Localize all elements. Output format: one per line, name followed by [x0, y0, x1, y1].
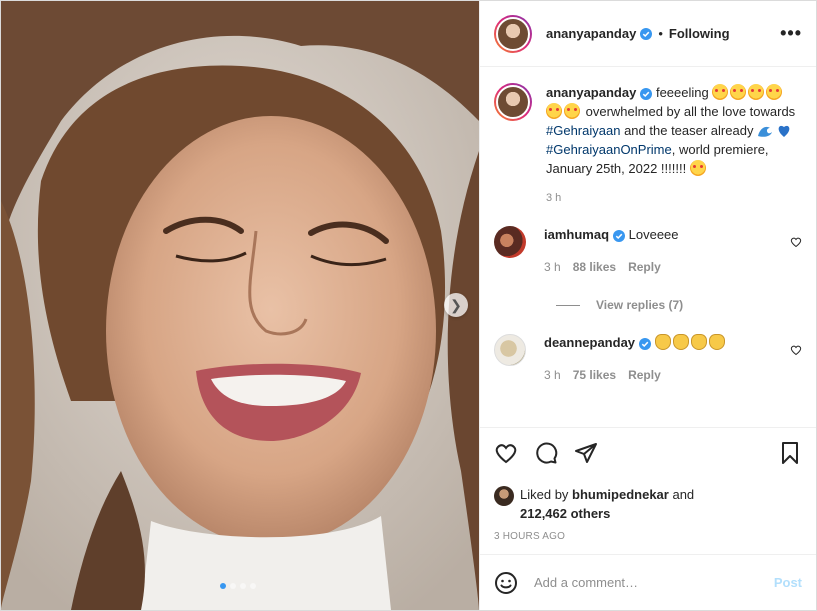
post-timestamp[interactable]: 3 HOURS AGO	[480, 523, 816, 554]
clap-emoji-icon	[690, 334, 707, 350]
post-sidebar: ananyapanday • Following ••• ananyapanda…	[479, 1, 816, 610]
clap-emoji-icon	[654, 334, 671, 350]
hashtag-link[interactable]: #GehraiyaanOnPrime	[546, 142, 672, 157]
liked-by-and: and	[672, 487, 695, 502]
following-button[interactable]: Following	[669, 26, 730, 41]
comment-username[interactable]: deannepanday	[544, 335, 635, 350]
avatar[interactable]	[494, 334, 526, 366]
caption-username[interactable]: ananyapanday	[546, 85, 636, 100]
comment-username[interactable]: iamhumaq	[544, 227, 609, 242]
view-replies-label: View replies (7)	[596, 298, 684, 312]
reply-button[interactable]: Reply	[628, 366, 661, 384]
verified-icon	[639, 337, 652, 350]
action-bar	[480, 427, 816, 477]
verified-icon	[640, 27, 653, 40]
post-header: ananyapanday • Following •••	[480, 1, 816, 67]
bookmark-icon[interactable]	[778, 441, 802, 465]
blue-heart-emoji-icon	[778, 125, 790, 137]
heart-eyes-emoji-icon	[564, 103, 580, 119]
star-struck-emoji-icon	[730, 84, 747, 100]
star-struck-emoji-icon	[748, 84, 765, 100]
comment-text: Loveeee	[628, 227, 679, 242]
avatar[interactable]	[494, 486, 514, 506]
caption-text: ananyapanday feeeeling overwhelmed by al…	[546, 83, 796, 178]
add-comment-bar: Post	[480, 554, 816, 610]
comments-section: ananyapanday feeeeling overwhelmed by al…	[480, 67, 816, 427]
comment-icon[interactable]	[534, 441, 558, 465]
comment-input[interactable]	[534, 575, 774, 590]
post-comment-button[interactable]: Post	[774, 575, 802, 590]
liked-by-others[interactable]: 212,462 others	[520, 506, 610, 521]
liked-by-prefix: Liked by	[520, 487, 569, 502]
avatar[interactable]	[494, 83, 532, 121]
emoji-icon[interactable]	[494, 571, 518, 595]
hashtag-link[interactable]: #Gehraiyaan	[546, 123, 620, 138]
caption-part1: feeeeling	[655, 85, 709, 100]
clap-emoji-icon	[708, 334, 725, 350]
caption-part3: and the teaser already	[624, 123, 754, 138]
carousel-dot	[250, 583, 256, 589]
post-photo	[1, 1, 479, 610]
header-separator: •	[658, 26, 663, 41]
carousel-dot	[240, 583, 246, 589]
heart-eyes-emoji-icon	[546, 103, 562, 119]
comment-likes[interactable]: 88 likes	[573, 258, 616, 276]
chevron-right-icon: ❯	[450, 296, 462, 313]
reply-button[interactable]: Reply	[628, 258, 661, 276]
wave-emoji-icon	[758, 126, 773, 137]
clap-emoji-icon	[672, 334, 689, 350]
star-struck-emoji-icon	[766, 84, 783, 100]
more-options-icon[interactable]: •••	[780, 23, 802, 44]
star-struck-emoji-icon	[689, 160, 706, 176]
post-modal: ❯ ananyapanday • Following ••• ananyapan…	[0, 0, 817, 611]
post-media[interactable]: ❯	[1, 1, 479, 610]
comment-time[interactable]: 3 h	[544, 366, 561, 384]
like-comment-icon[interactable]	[790, 236, 802, 248]
view-replies-button[interactable]: View replies (7)	[556, 298, 802, 312]
carousel-dot	[230, 583, 236, 589]
comment-item: iamhumaq Loveeee 3 h 88 likes Reply	[494, 226, 802, 276]
like-comment-icon[interactable]	[790, 344, 802, 356]
verified-icon	[640, 87, 653, 100]
star-struck-emoji-icon	[712, 84, 729, 100]
share-icon[interactable]	[574, 441, 598, 465]
avatar[interactable]	[494, 14, 532, 53]
carousel-dot	[220, 583, 226, 589]
caption: ananyapanday feeeeling overwhelmed by al…	[494, 83, 802, 178]
avatar[interactable]	[494, 226, 526, 258]
caption-time: 3 h	[546, 192, 562, 204]
next-photo-button[interactable]: ❯	[444, 293, 468, 317]
liked-by-user[interactable]: bhumipednekar	[572, 487, 669, 502]
header-username[interactable]: ananyapanday	[546, 26, 636, 41]
verified-icon	[613, 229, 626, 242]
heart-icon[interactable]	[494, 441, 518, 465]
comment-time[interactable]: 3 h	[544, 258, 561, 276]
divider	[556, 304, 580, 306]
comment-item: deannepanday 3 h 75 likes Reply	[494, 334, 802, 384]
caption-part2: overwhelmed by all the love towards	[585, 104, 796, 119]
carousel-dots	[220, 583, 256, 589]
comment-likes[interactable]: 75 likes	[573, 366, 616, 384]
likes-summary: Liked by bhumipednekar and 212,462 other…	[480, 477, 816, 523]
